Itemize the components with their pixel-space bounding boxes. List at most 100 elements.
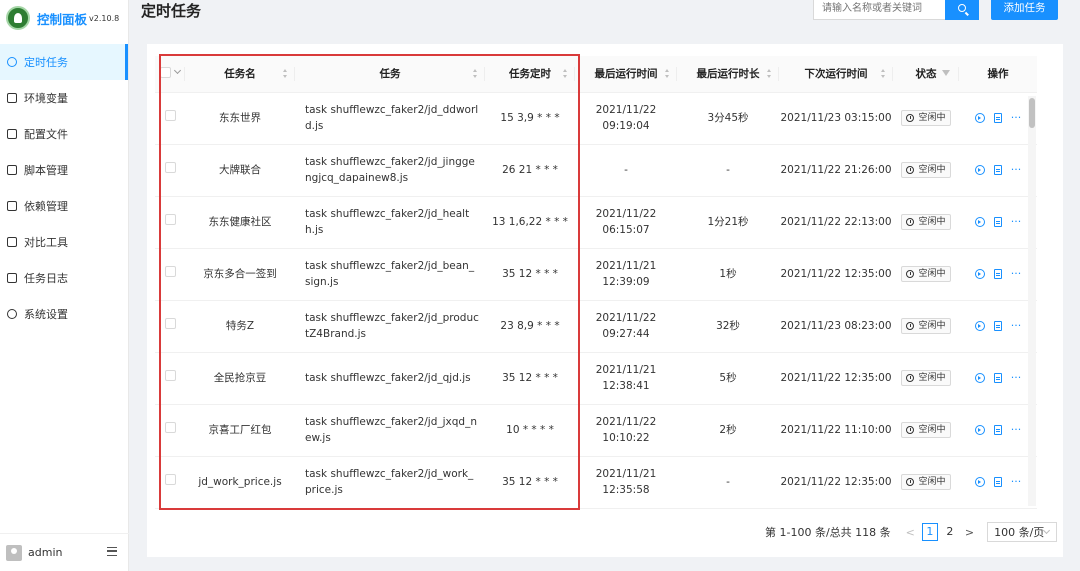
clock-icon <box>906 321 915 330</box>
task-schedule: 13 1,6,22 * * * <box>492 216 568 228</box>
last-run-time: 2021/11/22 09:19:04 <box>595 104 657 132</box>
play-circle-icon[interactable] <box>974 373 985 383</box>
play-circle-icon[interactable] <box>974 269 985 279</box>
last-run-time: 2021/11/22 09:27:44 <box>595 312 657 340</box>
search-button[interactable] <box>945 0 979 20</box>
row-checkbox[interactable] <box>164 110 176 121</box>
sidebar-item-diff[interactable]: 对比工具 <box>0 224 128 260</box>
sidebar-item-env[interactable]: 环境变量 <box>0 80 128 116</box>
more-icon[interactable]: ··· <box>1011 164 1022 175</box>
more-icon[interactable]: ··· <box>1011 268 1022 279</box>
sort-icon[interactable] <box>473 69 478 78</box>
status-cell: 空闲中 <box>893 352 959 404</box>
status-text: 空闲中 <box>918 164 946 175</box>
next-run-time: 2021/11/23 08:23:00 <box>780 320 892 332</box>
add-task-button[interactable]: 添加任务 <box>991 0 1058 20</box>
more-icon[interactable]: ··· <box>1011 424 1022 435</box>
column-header-schedule[interactable]: 任务定时 <box>485 56 575 93</box>
play-circle-icon[interactable] <box>974 217 985 227</box>
user-name[interactable]: admin <box>28 546 62 559</box>
play-circle-icon[interactable] <box>974 425 985 435</box>
play-circle-icon[interactable] <box>974 477 985 487</box>
sidebar-item-logs[interactable]: 任务日志 <box>0 260 128 296</box>
sort-icon[interactable] <box>283 69 288 78</box>
play-circle-icon[interactable] <box>974 113 985 123</box>
play-circle-icon[interactable] <box>974 321 985 331</box>
row-checkbox[interactable] <box>164 266 176 277</box>
prev-page-icon[interactable]: < <box>906 526 915 539</box>
more-icon[interactable]: ··· <box>1011 476 1022 487</box>
sidebar-item-cron[interactable]: 定时任务 <box>0 44 128 80</box>
more-icon[interactable]: ··· <box>1011 320 1022 331</box>
table-row[interactable]: 东东世界 task shufflewzc_faker2/jd_ddworld.js… <box>155 92 1037 144</box>
row-checkbox[interactable] <box>164 370 176 381</box>
last-run-time: 2021/11/21 12:39:09 <box>595 260 657 288</box>
column-header-last-run[interactable]: 最后运行时间 <box>575 56 677 93</box>
task-schedule: 26 21 * * * <box>502 164 558 176</box>
file-text-icon[interactable] <box>993 113 1002 123</box>
sidebar-item-config[interactable]: 配置文件 <box>0 116 128 152</box>
task-name: 东东世界 <box>219 112 261 124</box>
status-badge: 空闲中 <box>901 317 951 334</box>
column-header-name[interactable]: 任务名 <box>185 56 295 93</box>
page-size-select[interactable]: 100 条/页 <box>987 522 1058 542</box>
next-page-icon[interactable]: > <box>965 526 974 539</box>
column-header-duration[interactable]: 最后运行时长 <box>677 56 779 93</box>
row-checkbox[interactable] <box>164 474 176 485</box>
table-row[interactable]: 全民抢京豆 task shufflewzc_faker2/jd_qjd.js 35 … <box>155 352 1037 404</box>
actions-cell: ··· <box>959 352 1037 404</box>
chevron-down-icon[interactable] <box>173 67 182 75</box>
last-run-duration: - <box>726 164 730 176</box>
file-text-icon[interactable] <box>993 477 1002 487</box>
table-row[interactable]: 东东健康社区 task shufflewzc_faker2/jd_health.j… <box>155 196 1037 248</box>
row-checkbox[interactable] <box>164 162 176 173</box>
page-1[interactable]: 1 <box>921 523 938 541</box>
row-checkbox[interactable] <box>164 318 176 329</box>
sort-icon[interactable] <box>767 69 772 78</box>
table-row[interactable]: 大牌联合 task shufflewzc_faker2/jd_jinggengjc… <box>155 144 1037 196</box>
task-command: task shufflewzc_faker2/jd_health.js <box>305 208 470 236</box>
file-text-icon[interactable] <box>993 321 1002 331</box>
table-row[interactable]: 京东多合一签到 task shufflewzc_faker2/jd_bean_si… <box>155 248 1037 300</box>
table-row[interactable]: 特务Z task shufflewzc_faker2/jd_productZ4Br… <box>155 300 1037 352</box>
file-text-icon[interactable] <box>993 373 1002 383</box>
sidebar-item-scripts[interactable]: 脚本管理 <box>0 152 128 188</box>
row-checkbox[interactable] <box>164 214 176 225</box>
scroll-thumb[interactable] <box>1029 98 1035 128</box>
page-2[interactable]: 2 <box>942 523 958 541</box>
sidebar-item-label: 系统设置 <box>24 308 68 321</box>
actions-cell: ··· <box>959 248 1037 300</box>
table-row[interactable]: 京喜工厂红包 task shufflewzc_faker2/jd_jxqd_new… <box>155 404 1037 456</box>
search-input[interactable] <box>813 0 946 20</box>
file-text-icon[interactable] <box>993 217 1002 227</box>
filter-icon[interactable] <box>942 70 950 76</box>
file-text-icon[interactable] <box>993 425 1002 435</box>
more-icon[interactable]: ··· <box>1011 112 1022 123</box>
sidebar-item-dependencies[interactable]: 依赖管理 <box>0 188 128 224</box>
status-badge: 空闲中 <box>901 213 951 230</box>
column-header-next-run[interactable]: 下次运行时间 <box>779 56 893 93</box>
row-checkbox[interactable] <box>164 422 176 433</box>
file-text-icon[interactable] <box>993 165 1002 175</box>
play-circle-icon[interactable] <box>974 165 985 175</box>
sidebar-item-settings[interactable]: 系统设置 <box>0 296 128 332</box>
menu-fold-icon[interactable] <box>107 547 117 556</box>
more-icon[interactable]: ··· <box>1011 372 1022 383</box>
more-icon[interactable]: ··· <box>1011 216 1022 227</box>
column-header-status[interactable]: 状态 <box>893 56 959 93</box>
sort-icon[interactable] <box>665 69 670 78</box>
sidebar-menu: 定时任务 环境变量 配置文件 脚本管理 依赖管理 对比工具 任务日志 系统设置 <box>0 44 128 332</box>
user-avatar-icon[interactable] <box>6 544 22 561</box>
last-run-duration: - <box>726 476 730 488</box>
task-command: task shufflewzc_faker2/jd_ddworld.js <box>305 104 479 132</box>
sidebar-item-label: 环境变量 <box>24 92 68 105</box>
table-row[interactable]: jd_work_price.js task shufflewzc_faker2/j… <box>155 456 1037 508</box>
select-all-checkbox[interactable] <box>160 66 171 78</box>
sort-icon[interactable] <box>881 69 886 78</box>
column-header-command[interactable]: 任务 <box>295 56 485 93</box>
column-header-actions: 操作 <box>959 56 1037 93</box>
file-text-icon[interactable] <box>993 269 1002 279</box>
table-scrollbar[interactable] <box>1028 96 1036 506</box>
next-run-time: 2021/11/22 12:35:00 <box>780 476 892 488</box>
sort-icon[interactable] <box>563 69 568 78</box>
